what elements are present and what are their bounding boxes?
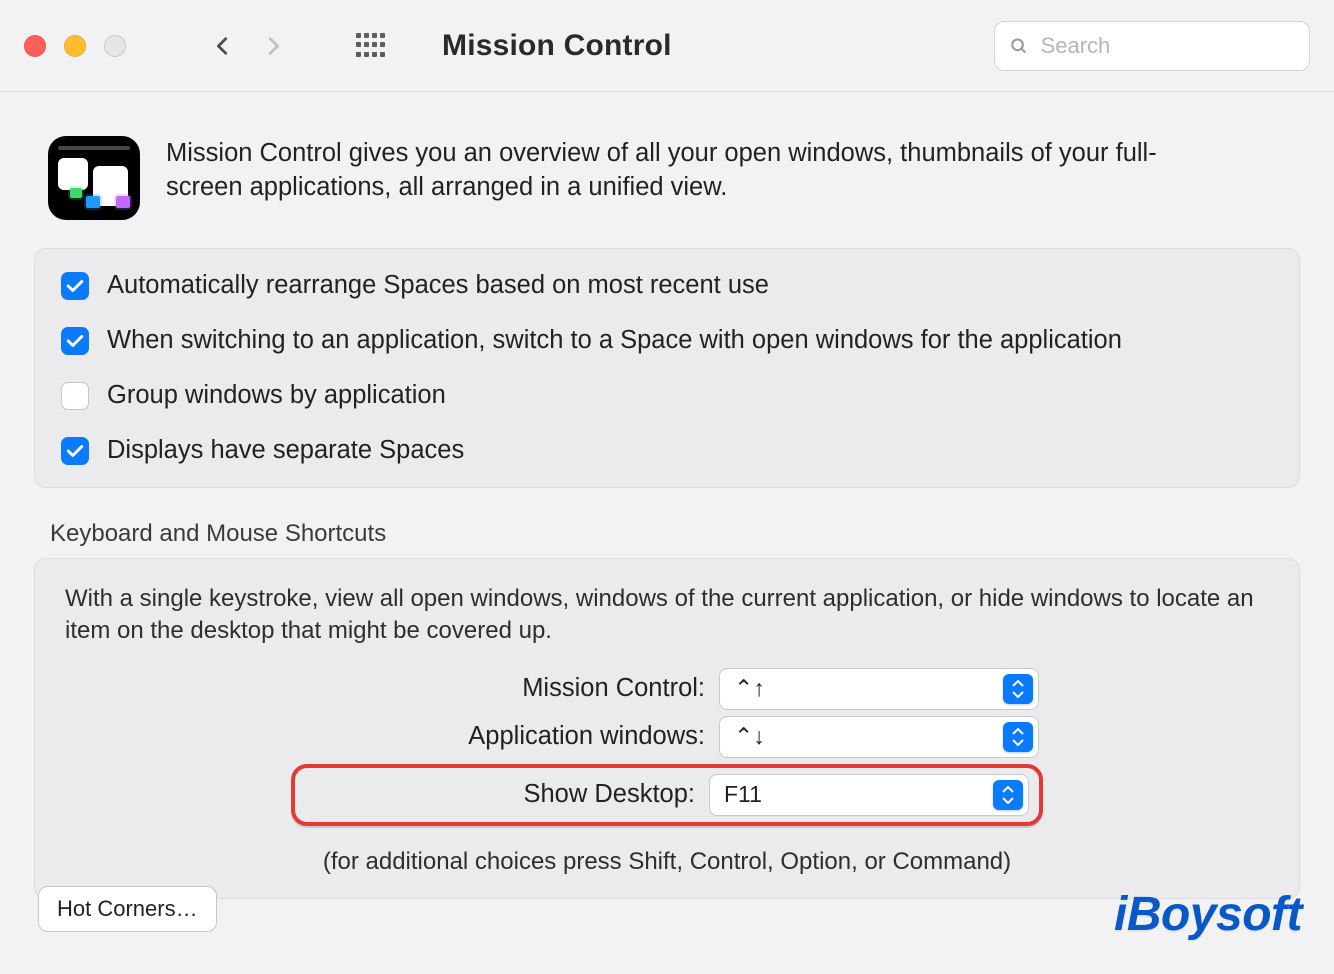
search-icon	[1009, 35, 1029, 57]
content-area: Mission Control gives you an overview of…	[0, 92, 1334, 899]
shortcut-rows: Mission Control: ⌃↑ Application windows:…	[61, 668, 1273, 826]
chevrons-icon	[1003, 674, 1033, 704]
titlebar: Mission Control	[0, 0, 1334, 92]
shortcut-label: Application windows:	[295, 722, 705, 751]
intro-text: Mission Control gives you an overview of…	[166, 136, 1226, 205]
search-field[interactable]	[994, 21, 1310, 71]
checkbox-icon	[61, 382, 89, 410]
checkbox-label: Group windows by application	[107, 381, 446, 410]
shortcut-value: F11	[724, 781, 762, 808]
shortcut-label: Show Desktop:	[305, 780, 695, 809]
checkbox-label: Displays have separate Spaces	[107, 436, 464, 465]
shortcut-value: ⌃↓	[734, 723, 765, 750]
intro-row: Mission Control gives you an overview of…	[24, 128, 1310, 248]
shortcut-label: Mission Control:	[295, 674, 705, 703]
hot-corners-button[interactable]: Hot Corners…	[38, 886, 217, 932]
window-controls	[24, 35, 126, 57]
checkbox-icon	[61, 437, 89, 465]
checkbox-icon	[61, 272, 89, 300]
show-all-prefs-button[interactable]	[356, 33, 382, 59]
shortcut-show-desktop-highlighted: Show Desktop: F11	[291, 764, 1043, 826]
chevrons-icon	[993, 780, 1023, 810]
close-window-button[interactable]	[24, 35, 46, 57]
shortcut-select-show-desktop[interactable]: F11	[709, 774, 1029, 816]
shortcuts-section-title: Keyboard and Mouse Shortcuts	[50, 520, 1310, 548]
checkbox-label: When switching to an application, switch…	[107, 326, 1122, 355]
checkbox-switch-space[interactable]: When switching to an application, switch…	[61, 326, 1273, 355]
shortcuts-panel: With a single keystroke, view all open w…	[34, 558, 1300, 899]
minimize-window-button[interactable]	[64, 35, 86, 57]
mission-control-icon	[48, 136, 140, 220]
shortcut-value: ⌃↑	[734, 675, 765, 702]
search-input[interactable]	[1041, 33, 1295, 59]
nav-controls	[202, 25, 294, 67]
zoom-window-button[interactable]	[104, 35, 126, 57]
shortcut-mission-control: Mission Control: ⌃↑	[295, 668, 1039, 710]
forward-button[interactable]	[252, 25, 294, 67]
shortcut-select-mission-control[interactable]: ⌃↑	[719, 668, 1039, 710]
checkbox-label: Automatically rearrange Spaces based on …	[107, 271, 769, 300]
shortcuts-footnote: (for additional choices press Shift, Con…	[61, 848, 1273, 876]
watermark-logo: iBoysoft	[1114, 887, 1302, 942]
checkbox-list: Automatically rearrange Spaces based on …	[61, 271, 1273, 465]
checkbox-separate-spaces[interactable]: Displays have separate Spaces	[61, 436, 1273, 465]
checkbox-group-windows[interactable]: Group windows by application	[61, 381, 1273, 410]
checkbox-icon	[61, 327, 89, 355]
shortcut-select-application-windows[interactable]: ⌃↓	[719, 716, 1039, 758]
chevrons-icon	[1003, 722, 1033, 752]
options-panel: Automatically rearrange Spaces based on …	[34, 248, 1300, 488]
preferences-window: Mission Control Mission Control gives yo…	[0, 0, 1334, 974]
page-title: Mission Control	[442, 29, 672, 63]
checkbox-rearrange-spaces[interactable]: Automatically rearrange Spaces based on …	[61, 271, 1273, 300]
shortcut-application-windows: Application windows: ⌃↓	[295, 716, 1039, 758]
shortcuts-hint: With a single keystroke, view all open w…	[61, 581, 1273, 668]
back-button[interactable]	[202, 25, 244, 67]
